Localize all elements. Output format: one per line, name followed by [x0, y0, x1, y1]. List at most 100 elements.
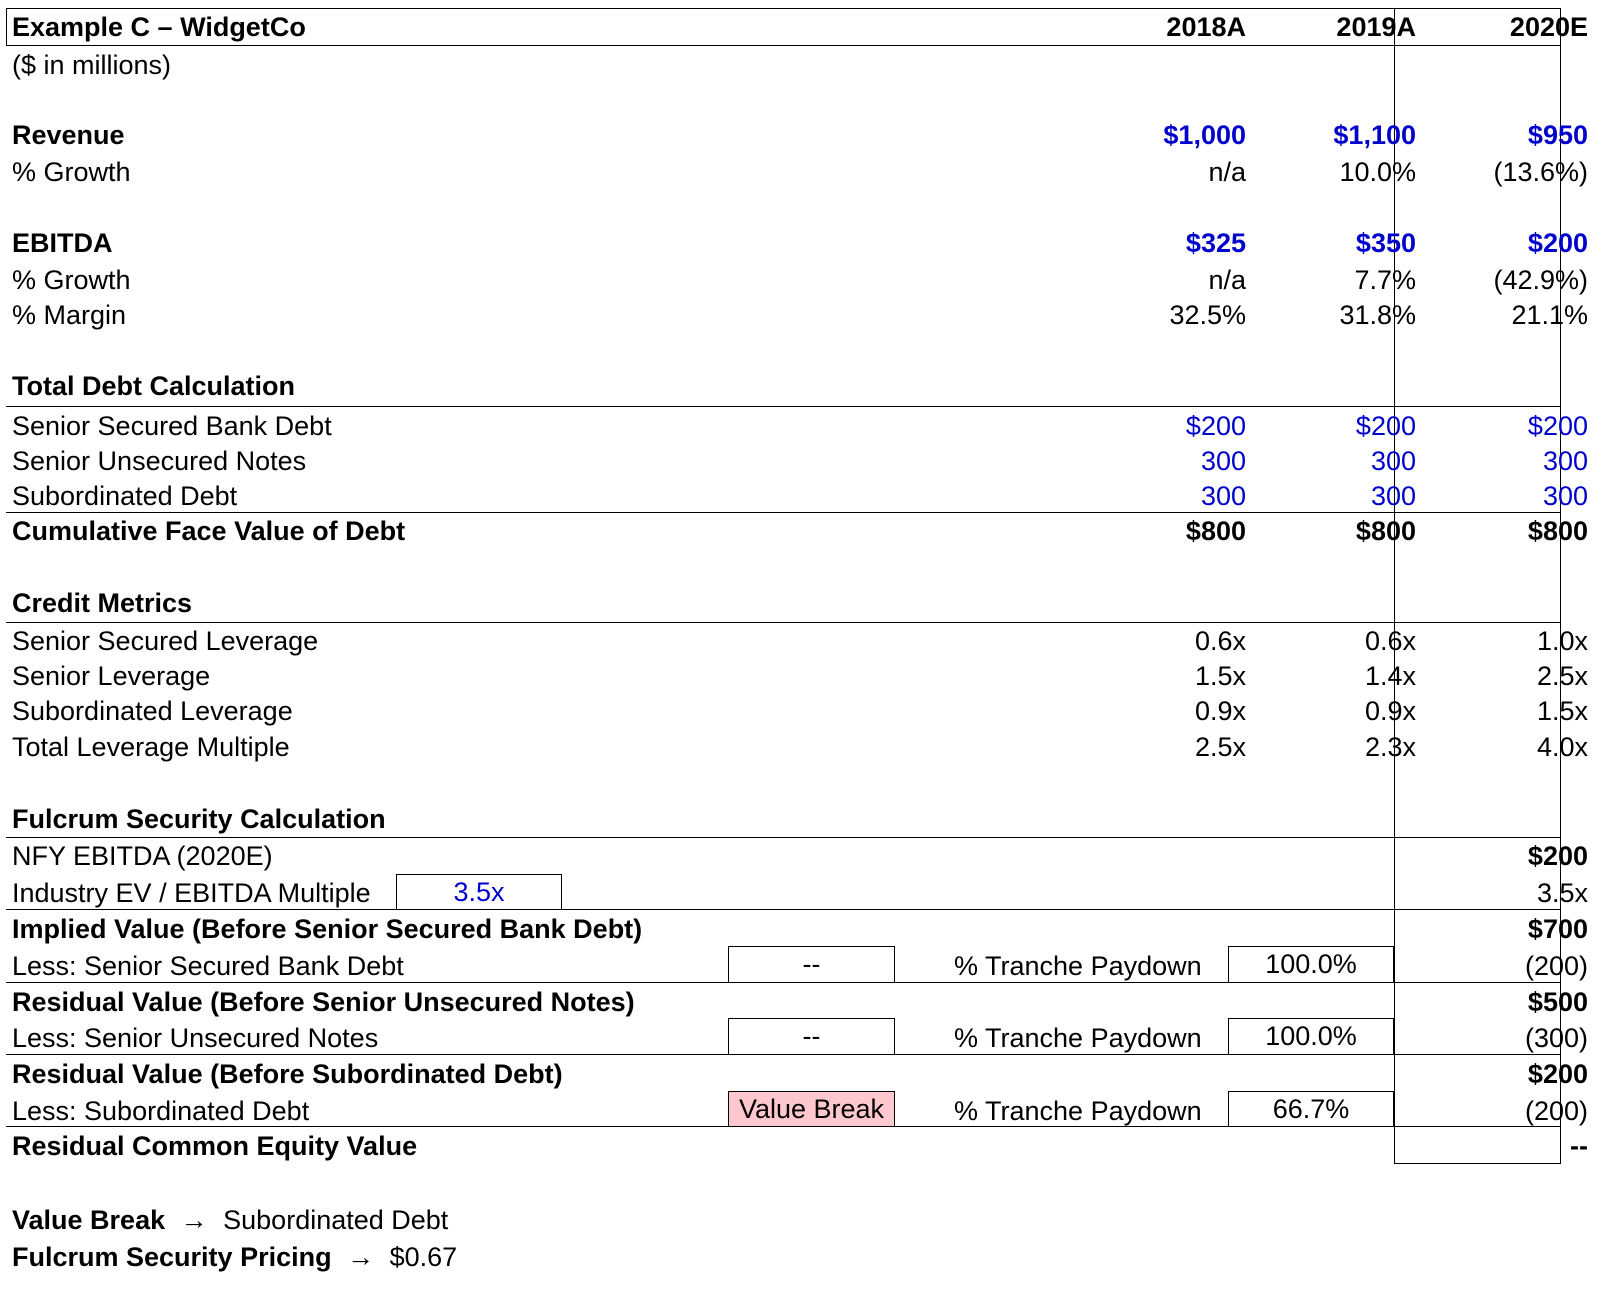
less-ssbd-paydown[interactable]: 100.0%: [1228, 946, 1394, 983]
less-sun-paydown[interactable]: 100.0%: [1228, 1018, 1394, 1055]
value-break-summary-label: Value Break: [12, 1205, 166, 1235]
year-header-2019: 2019A: [1336, 12, 1416, 42]
less-sub-value: (200): [1524, 1096, 1588, 1126]
ebitda-margin-2020: 21.1%: [1511, 300, 1588, 330]
value-break-flag: Value Break: [728, 1091, 895, 1127]
less-sub-label: Less: Subordinated Debt: [12, 1096, 310, 1126]
ebitda-margin-2018: 32.5%: [1169, 300, 1246, 330]
less-sun-flag: --: [728, 1018, 895, 1055]
debt-section-title: Total Debt Calculation: [12, 371, 296, 401]
debt-total-label: Cumulative Face Value of Debt: [12, 516, 406, 546]
residual1-value: $500: [1527, 987, 1588, 1017]
debt-cell[interactable]: 300: [1010, 481, 1246, 511]
less-sun-value: (300): [1524, 1023, 1588, 1053]
ebitda-growth-2019: 7.7%: [1354, 265, 1416, 295]
right-arrow-icon: →: [180, 1205, 208, 1235]
debt-section-rule: [6, 406, 1560, 407]
credit-cell: 0.9x: [1364, 696, 1416, 726]
credit-cell: 0.9x: [1194, 696, 1246, 726]
implied-value-label: Implied Value (Before Senior Secured Ban…: [12, 914, 643, 944]
revenue-2018[interactable]: $1,000: [1010, 120, 1246, 150]
less-sun-label: Less: Senior Unsecured Notes: [12, 1023, 379, 1053]
debt-cell[interactable]: $200: [1256, 411, 1416, 441]
ebitda-growth-2018: n/a: [1208, 265, 1246, 295]
header-left-border: [6, 8, 7, 45]
credit-section-title: Credit Metrics: [12, 588, 193, 618]
right-arrow-icon: →: [347, 1242, 375, 1272]
credit-cell: 1.5x: [1194, 661, 1246, 691]
credit-cell: 2.5x: [1536, 661, 1588, 691]
fulcrum-section-rule: [6, 837, 1560, 838]
debt-row-label: Senior Secured Bank Debt: [12, 411, 332, 441]
credit-cell: 0.6x: [1364, 626, 1416, 656]
debt-cell[interactable]: $200: [1010, 411, 1246, 441]
revenue-2019[interactable]: $1,100: [1256, 120, 1416, 150]
debt-cell[interactable]: 300: [1256, 446, 1416, 476]
residual2-value: $200: [1527, 1059, 1588, 1089]
credit-cell: 1.0x: [1536, 626, 1588, 656]
ebitda-growth-label: % Growth: [12, 265, 131, 295]
implied-value-rule: [6, 909, 1560, 910]
credit-row-label: Senior Secured Leverage: [12, 626, 319, 656]
credit-row-label: Total Leverage Multiple: [12, 732, 290, 762]
implied-value: $700: [1527, 914, 1588, 944]
multiple-value: 3.5x: [1536, 878, 1588, 908]
paydown-label: % Tranche Paydown: [954, 951, 1202, 981]
less-ssbd-value: (200): [1524, 951, 1588, 981]
debt-total-2019: $800: [1355, 516, 1416, 546]
debt-cell[interactable]: $200: [1430, 411, 1588, 441]
header-top-border: [6, 8, 1560, 9]
revenue-growth-2018: n/a: [1208, 157, 1246, 187]
credit-cell: 1.5x: [1536, 696, 1588, 726]
debt-row-label: Subordinated Debt: [12, 481, 238, 511]
debt-cell[interactable]: 300: [1430, 446, 1588, 476]
debt-cell[interactable]: 300: [1256, 481, 1416, 511]
less-ssbd-label: Less: Senior Secured Bank Debt: [12, 951, 404, 981]
paydown-label: % Tranche Paydown: [954, 1096, 1202, 1126]
debt-cell[interactable]: 300: [1430, 481, 1588, 511]
ebitda-margin-label: % Margin: [12, 300, 127, 330]
credit-cell: 0.6x: [1194, 626, 1246, 656]
column-2020-bottom-border: [1394, 1163, 1560, 1164]
value-break-summary: Value Break → Subordinated Debt: [12, 1205, 448, 1235]
multiple-label: Industry EV / EBITDA Multiple: [12, 878, 371, 908]
revenue-2020[interactable]: $950: [1430, 120, 1588, 150]
equity-value: --: [1570, 1131, 1588, 1161]
less-ssbd-flag: --: [728, 946, 895, 983]
debt-total-2020: $800: [1527, 516, 1588, 546]
revenue-growth-2020: (13.6%): [1493, 157, 1588, 187]
ebitda-2020[interactable]: $200: [1430, 228, 1588, 258]
debt-total-rule: [6, 512, 1560, 513]
equity-label: Residual Common Equity Value: [12, 1131, 418, 1161]
nfy-ebitda-value: $200: [1527, 841, 1588, 871]
credit-cell: 1.4x: [1364, 661, 1416, 691]
fulcrum-pricing-summary: Fulcrum Security Pricing → $0.67: [12, 1242, 457, 1272]
revenue-growth-label: % Growth: [12, 157, 131, 187]
residual1-label: Residual Value (Before Senior Unsecured …: [12, 987, 635, 1017]
ebitda-2018[interactable]: $325: [1010, 228, 1246, 258]
credit-row-label: Senior Leverage: [12, 661, 211, 691]
units-note: ($ in millions): [12, 50, 172, 80]
sheet-title: Example C – WidgetCo: [12, 12, 306, 42]
year-header-2018: 2018A: [1166, 12, 1246, 42]
ebitda-label: EBITDA: [12, 228, 113, 258]
credit-section-rule: [6, 622, 1560, 623]
revenue-growth-2019: 10.0%: [1339, 157, 1416, 187]
less-sub-paydown[interactable]: 66.7%: [1228, 1091, 1394, 1127]
debt-cell[interactable]: 300: [1010, 446, 1246, 476]
debt-total-2018: $800: [1185, 516, 1246, 546]
ebitda-growth-2020: (42.9%): [1493, 265, 1588, 295]
credit-cell: 2.3x: [1364, 732, 1416, 762]
year-header-2020: 2020E: [1509, 12, 1588, 42]
credit-cell: 4.0x: [1536, 732, 1588, 762]
revenue-label: Revenue: [12, 120, 125, 150]
nfy-ebitda-label: NFY EBITDA (2020E): [12, 841, 273, 871]
fulcrum-pricing-label: Fulcrum Security Pricing: [12, 1242, 332, 1272]
ebitda-margin-2019: 31.8%: [1339, 300, 1416, 330]
fulcrum-section-title: Fulcrum Security Calculation: [12, 804, 386, 834]
value-break-summary-value: Subordinated Debt: [223, 1205, 449, 1235]
credit-cell: 2.5x: [1194, 732, 1246, 762]
multiple-input[interactable]: 3.5x: [396, 874, 562, 910]
ebitda-2019[interactable]: $350: [1256, 228, 1416, 258]
debt-row-label: Senior Unsecured Notes: [12, 446, 307, 476]
